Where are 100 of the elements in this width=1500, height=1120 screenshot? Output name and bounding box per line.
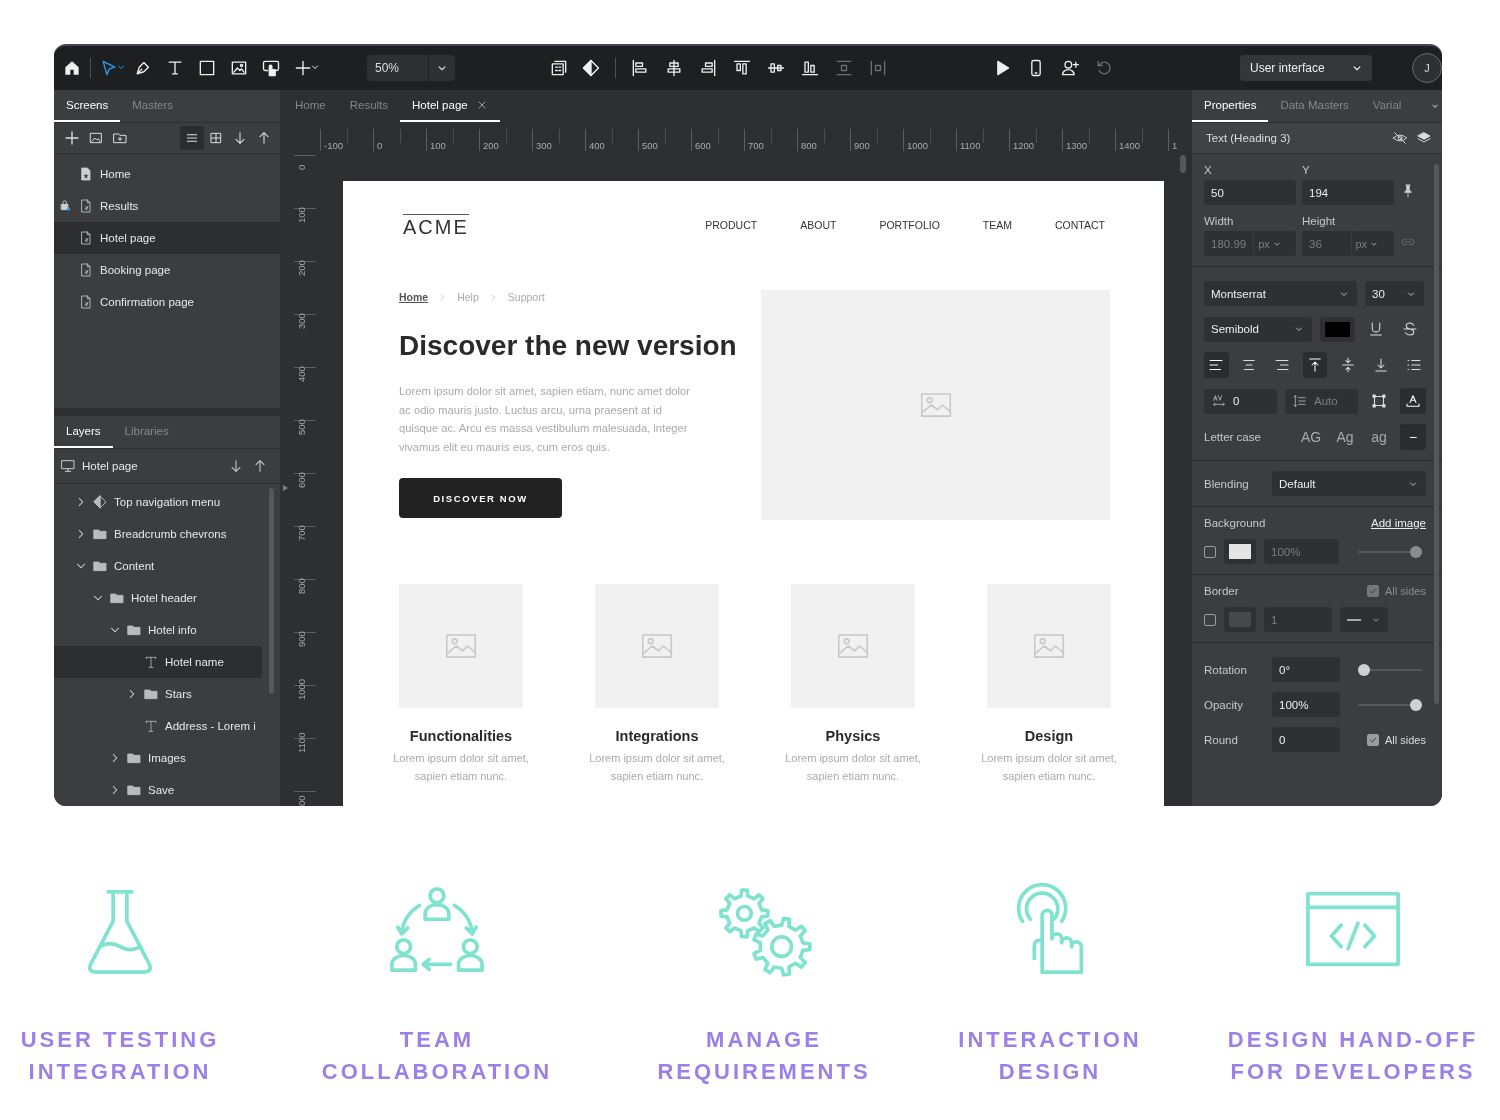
rotation-field[interactable]: 0° [1272, 657, 1340, 682]
checkbox[interactable] [1204, 613, 1216, 626]
align-left-icon[interactable] [630, 58, 650, 78]
user-avatar[interactable]: J [1412, 53, 1442, 83]
layer-item[interactable]: Save [54, 774, 262, 806]
monitor-icon [60, 458, 76, 474]
baseline-icon[interactable] [1404, 392, 1422, 410]
collapse-arrow-icon[interactable] [281, 484, 289, 492]
panel-tab[interactable]: Layers [54, 416, 113, 448]
view-dropdown[interactable]: User interface [1240, 55, 1372, 81]
folder-icon [126, 782, 142, 798]
line-style-dropdown[interactable] [1340, 607, 1388, 632]
plus-icon[interactable] [293, 58, 313, 78]
layer-item[interactable]: Hotel info [54, 614, 262, 646]
page-icon [78, 294, 94, 310]
underline-icon[interactable] [1367, 320, 1385, 338]
font-weight-dropdown[interactable]: Semibold [1204, 316, 1312, 342]
layer-item[interactable]: Images [54, 742, 262, 774]
card-title: Design [1024, 728, 1074, 744]
frame-icon[interactable] [1370, 392, 1388, 410]
arrow-up-icon[interactable] [256, 130, 272, 146]
letter-case-option[interactable]: ag [1366, 424, 1392, 450]
ruler-label: 300 [296, 313, 307, 329]
eye-off-icon[interactable] [1392, 130, 1408, 146]
arrow-down-icon[interactable] [228, 458, 244, 474]
zoom-dropdown[interactable]: 50% [367, 55, 455, 81]
ruler-label: 900 [853, 140, 870, 151]
screen-name: Hotel page [82, 460, 138, 472]
ruler-label: 00 [296, 795, 307, 806]
align-top-icon[interactable] [732, 58, 752, 78]
arrow-up-icon[interactable] [252, 458, 268, 474]
add-folder-icon[interactable] [112, 130, 128, 146]
plus-icon[interactable] [63, 129, 81, 147]
strikethrough-icon[interactable] [1401, 320, 1419, 338]
hotspot-icon[interactable] [261, 58, 281, 78]
breadcrumb-link[interactable]: Home [399, 291, 429, 303]
component-icon[interactable] [581, 58, 601, 78]
logo: ACME [403, 213, 469, 237]
screen-item[interactable]: Hotel page [54, 222, 280, 254]
ruler-label: 0 [296, 164, 307, 170]
layer-item[interactable]: Stars [54, 678, 262, 710]
rectangle-icon[interactable] [197, 58, 217, 78]
x-field[interactable]: 50 [1204, 180, 1296, 205]
letter-case-option[interactable]: − [1400, 424, 1426, 450]
check-icon [1369, 735, 1378, 744]
font-dropdown[interactable]: Montserrat [1204, 281, 1357, 306]
color-swatch[interactable] [1224, 607, 1256, 632]
screen-item[interactable]: Home [54, 158, 280, 190]
letter-case-option[interactable]: AG [1298, 424, 1324, 450]
field-label: Y [1302, 164, 1311, 176]
nav-link[interactable]: PRODUCT [705, 219, 758, 231]
card-text: Lorem ipsum dolor sit amet, sapien etiam nunc. [392, 751, 530, 784]
letter-case-option[interactable]: Ag [1332, 424, 1358, 450]
document-tab[interactable]: Hotel page [400, 90, 500, 122]
ruler-label: 1 [1171, 140, 1178, 151]
screen-item[interactable]: Results [54, 190, 280, 222]
field-label: Round [1204, 733, 1239, 746]
nav-link[interactable]: TEAM [982, 219, 1013, 231]
layer-item[interactable]: Breadcrumb chevrons [54, 518, 262, 550]
ruler-label: 100 [429, 140, 446, 151]
image-icon[interactable] [88, 130, 104, 146]
page-icon [78, 262, 94, 278]
arrow-down-icon[interactable] [232, 130, 248, 146]
font-size-dropdown[interactable]: 30 [1365, 281, 1424, 306]
y-field[interactable]: 194 [1302, 180, 1394, 205]
card-title: Physics [825, 728, 881, 744]
checkbox[interactable] [1204, 545, 1216, 558]
nav-link[interactable]: ABOUT [800, 219, 837, 231]
layer-item[interactable]: Address - Lorem i [54, 710, 262, 742]
grid-view-icon[interactable] [208, 130, 224, 146]
ruler-label: 800 [296, 578, 307, 594]
opacity-field[interactable]: 100% [1272, 692, 1340, 717]
all-sides-checkbox[interactable]: All sides [1367, 733, 1426, 746]
document-tab[interactable]: Home [283, 90, 338, 122]
panel-tab[interactable]: Screens [54, 90, 121, 122]
align-top-icon[interactable] [1306, 356, 1324, 374]
field-label: Opacity [1204, 698, 1244, 711]
screen-grid-icon[interactable] [549, 58, 569, 78]
ruler-label: -100 [323, 140, 343, 151]
color-swatch[interactable] [1224, 539, 1256, 564]
ruler-label: 1000 [906, 140, 929, 151]
screen-item[interactable]: Confirmation page [54, 286, 280, 318]
blending-dropdown[interactable]: Default [1272, 471, 1426, 496]
round-field[interactable]: 0 [1272, 727, 1340, 752]
layer-item[interactable]: Content [54, 550, 262, 582]
discover-button[interactable]: DISCOVER NOW [399, 478, 562, 518]
layer-item[interactable]: Top navigation menu [54, 486, 262, 518]
nav-link[interactable]: CONTACT [1055, 219, 1105, 231]
nav-link[interactable]: PORTFOLIO [879, 219, 940, 231]
folder-icon [109, 590, 125, 606]
letter-spacing-field[interactable]: 0 [1204, 388, 1277, 414]
document-tab[interactable]: Results [337, 90, 401, 122]
scrollbar[interactable] [1180, 155, 1186, 173]
layer-item[interactable]: Hotel header [54, 582, 262, 614]
add-user-icon[interactable] [1060, 58, 1080, 78]
color-swatch[interactable] [1320, 316, 1355, 342]
field-label: Height [1302, 215, 1337, 227]
add-image-link[interactable]: Add image [1371, 517, 1426, 529]
screen-item[interactable]: Booking page [54, 254, 280, 286]
layer-item[interactable]: Hotel name [54, 646, 262, 678]
